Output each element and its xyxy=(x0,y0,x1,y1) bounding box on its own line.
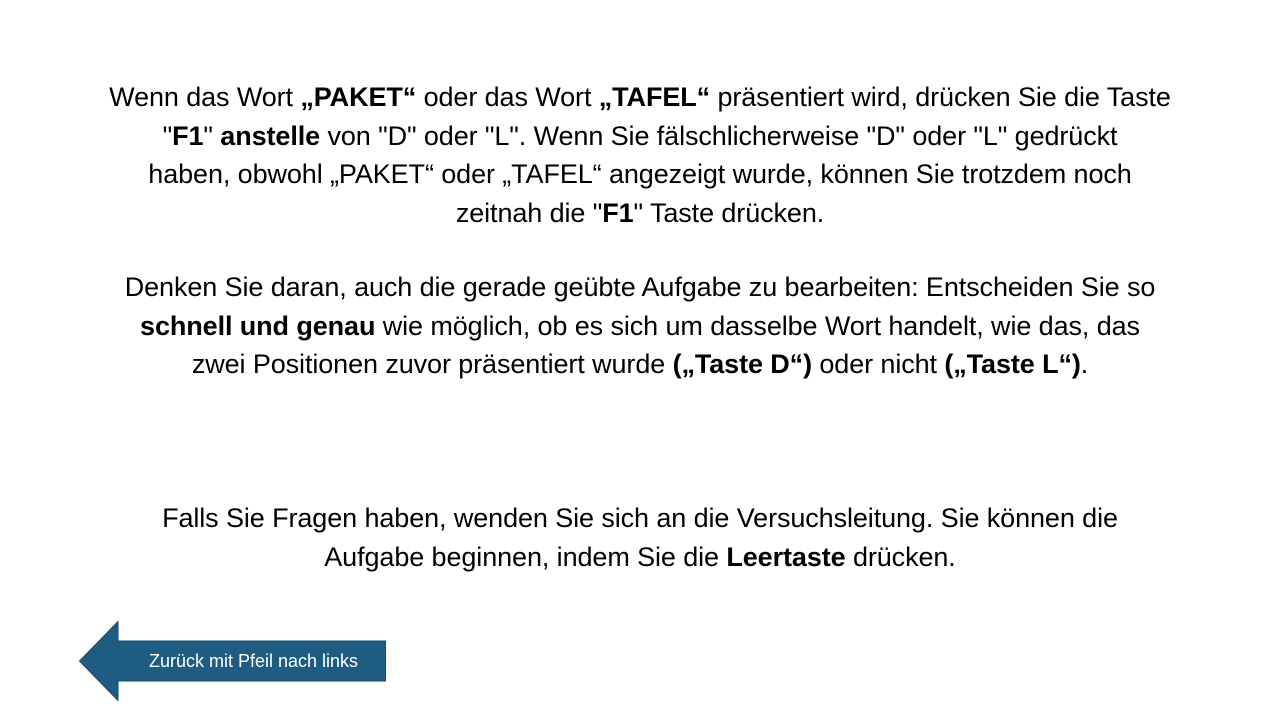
text-segment: . xyxy=(1080,349,1089,379)
word-paket: „PAKET“ xyxy=(300,82,417,112)
text-segment: Aufgabe beginnen, indem Sie die xyxy=(324,541,727,572)
text-segment: präsentiert wird, drücken Sie die Taste xyxy=(710,82,1171,112)
text-line: haben, obwohl „PAKET“ oder „TAFEL“ angez… xyxy=(148,159,1132,189)
text-segment: oder nicht xyxy=(811,349,945,379)
text-line: Aufgabe beginnen, indem Sie die Leertast… xyxy=(0,538,1280,577)
word-tafel: „TAFEL“ xyxy=(598,82,711,112)
key-space: Leertaste xyxy=(726,541,846,572)
text-segment: " xyxy=(203,120,221,151)
text-segment: oder das Wort xyxy=(416,82,599,112)
text-segment: Wenn das Wort xyxy=(109,82,301,112)
key-d-hint: („Taste D“) xyxy=(672,349,813,379)
text-line: Wenn das Wort „PAKET“ oder das Wort „TAF… xyxy=(0,78,1280,117)
text-segment: wie möglich, ob es sich um dasselbe Wort… xyxy=(375,310,1140,341)
text-segment: von "D" oder "L". Wenn Sie fälschlicherw… xyxy=(320,120,1118,151)
text-line: "F1" anstelle von "D" oder "L". Wenn Sie… xyxy=(0,117,1280,156)
text-line: zwei Positionen zuvor präsentiert wurde … xyxy=(0,345,1280,384)
text-line: schnell und genau wie möglich, ob es sic… xyxy=(0,307,1280,346)
text-segment: zwei Positionen zuvor präsentiert wurde xyxy=(191,349,673,379)
emphasis-schnell-und-genau: schnell und genau xyxy=(140,310,376,341)
instruction-paragraph-keys: Wenn das Wort „PAKET“ oder das Wort „TAF… xyxy=(0,78,1280,232)
text-segment: " Taste drücken. xyxy=(633,197,825,228)
text-segment: zeitnah die " xyxy=(455,197,603,228)
text-line: Denken Sie daran, auch die gerade geübte… xyxy=(124,272,1156,302)
key-f1: F1 xyxy=(172,120,204,151)
back-button[interactable]: Zurück mit Pfeil nach links xyxy=(79,621,386,701)
text-segment: drücken. xyxy=(845,541,956,572)
instruction-paragraph-task: Denken Sie daran, auch die gerade geübte… xyxy=(0,268,1280,384)
key-l-hint: („Taste L“) xyxy=(944,349,1081,379)
back-button-label: Zurück mit Pfeil nach links xyxy=(148,651,359,671)
instruction-paragraph-start: Falls Sie Fragen haben, wenden Sie sich … xyxy=(0,499,1280,576)
key-f1: F1 xyxy=(602,197,634,228)
text-segment: " xyxy=(162,120,173,151)
text-line: Falls Sie Fragen haben, wenden Sie sich … xyxy=(162,503,1118,533)
text-line: zeitnah die "F1" Taste drücken. xyxy=(0,194,1280,233)
emphasis-anstelle: anstelle xyxy=(220,120,321,151)
